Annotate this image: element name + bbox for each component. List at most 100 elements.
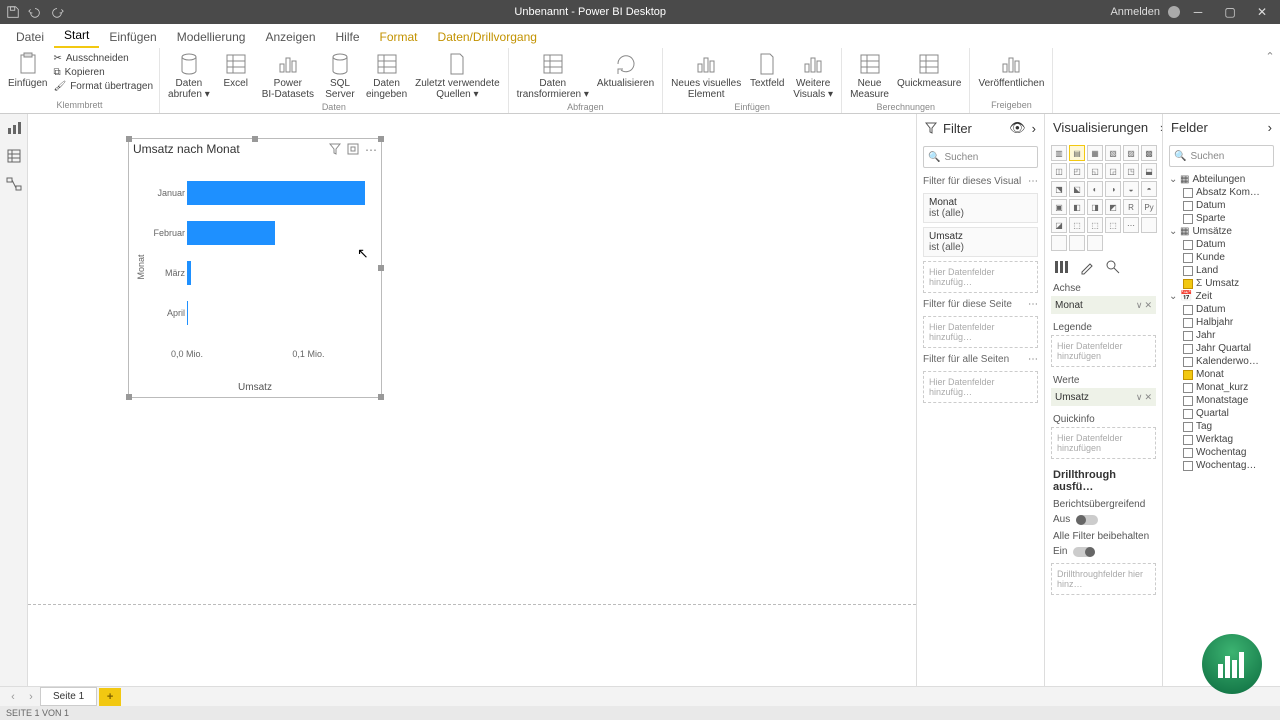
viz-type-icon[interactable]: ⬔ [1051,181,1067,197]
ribbon-button[interactable]: Aktualisieren [595,50,656,91]
well-axis[interactable]: Monat∨✕ [1051,296,1156,314]
more-icon[interactable]: ⋯ [1028,354,1038,365]
minimize-button[interactable]: ─ [1184,0,1212,24]
chart-visual[interactable]: Umsatz nach Monat ⋯ Monat JanuarFebruarM… [128,138,382,398]
data-view-icon[interactable] [6,148,22,164]
viz-type-icon[interactable]: ▦ [1087,145,1103,161]
field-row[interactable]: Land [1167,264,1276,277]
fields-tab-icon[interactable] [1053,259,1069,275]
viz-type-icon[interactable]: ⬚ [1069,217,1085,233]
field-row[interactable]: Monat_kurz [1167,381,1276,394]
field-row[interactable]: Halbjahr [1167,316,1276,329]
field-row[interactable]: ΣUmsatz [1167,277,1276,290]
viz-type-icon[interactable]: ◐ [1087,181,1103,197]
viz-type-icon[interactable]: ▤ [1069,145,1085,161]
ribbon-button[interactable]: Veröffentlichen [976,50,1046,91]
tab-insert[interactable]: Einfügen [99,26,166,48]
signin-link[interactable]: Anmelden [1110,6,1160,18]
field-row[interactable]: Kalenderwo… [1167,355,1276,368]
undo-icon[interactable] [28,5,42,19]
tab-help[interactable]: Hilfe [326,26,370,48]
painter-button[interactable]: 🖌Format übertragen [53,80,153,93]
add-page-button[interactable]: + [99,688,121,706]
table-row[interactable]: ⌄▦Umsätze [1167,225,1276,238]
ribbon-button[interactable]: SQL Server [320,50,360,102]
field-row[interactable]: Jahr Quartal [1167,342,1276,355]
ribbon-button[interactable]: Daten eingeben [364,50,409,102]
viz-type-icon[interactable]: ▩ [1141,145,1157,161]
viz-type-icon[interactable]: ◑ [1105,181,1121,197]
viz-type-icon[interactable]: ◰ [1069,163,1085,179]
filter-card-umsatz[interactable]: Umsatzist (alle) [923,227,1038,257]
drill-drop[interactable]: Drillthroughfelder hier hinz… [1051,563,1156,595]
expand-icon[interactable]: › [1268,120,1272,135]
close-button[interactable]: ✕ [1248,0,1276,24]
avatar[interactable] [1168,6,1180,18]
viz-type-icon[interactable] [1069,235,1085,251]
maximize-button[interactable]: ▢ [1216,0,1244,24]
viz-type-icon[interactable]: ▥ [1051,145,1067,161]
field-row[interactable]: Werktag [1167,433,1276,446]
save-icon[interactable] [6,5,20,19]
page-next[interactable]: › [22,691,40,703]
field-row[interactable]: Datum [1167,238,1276,251]
more-icon[interactable]: ⋯ [365,143,377,155]
report-view-icon[interactable] [6,120,22,136]
field-row[interactable]: Datum [1167,199,1276,212]
ribbon-button[interactable]: Neues visuelles Element [669,50,743,102]
format-tab-icon[interactable] [1079,259,1095,275]
tab-drill[interactable]: Daten/Drillvorgang [428,26,547,48]
viz-type-icon[interactable]: ⬕ [1069,181,1085,197]
viz-type-icon[interactable] [1087,235,1103,251]
ribbon-button[interactable]: Weitere Visuals ▾ [791,50,835,102]
redo-icon[interactable] [50,5,64,19]
viz-type-icon[interactable]: ⬓ [1141,163,1157,179]
viz-type-icon[interactable]: ▣ [1051,199,1067,215]
viz-type-icon[interactable]: ◒ [1123,181,1139,197]
bar[interactable] [187,181,365,205]
field-row[interactable]: Wochentag… [1167,459,1276,472]
fields-search[interactable]: 🔍Suchen [1169,145,1274,167]
tab-file[interactable]: Datei [6,26,54,48]
viz-type-icon[interactable]: ◲ [1105,163,1121,179]
collapse-ribbon-icon[interactable]: ⌃ [1260,48,1280,113]
well-values[interactable]: Umsatz∨✕ [1051,388,1156,406]
page-prev[interactable]: ‹ [4,691,22,703]
viz-type-icon[interactable]: ⋯ [1123,217,1139,233]
table-row[interactable]: ⌄▦Abteilungen [1167,173,1276,186]
field-row[interactable]: Sparte [1167,212,1276,225]
viz-type-icon[interactable]: ◨ [1087,199,1103,215]
well-tooltip[interactable]: Hier Datenfelder hinzufügen [1051,427,1156,459]
tab-format[interactable]: Format [370,26,428,48]
ribbon-button[interactable]: Neue Measure [848,50,891,102]
page-tab[interactable]: Seite 1 [40,687,97,706]
bar[interactable] [187,261,191,285]
viz-type-icon[interactable]: ◩ [1105,199,1121,215]
cut-button[interactable]: ✂Ausschneiden [53,52,153,65]
field-row[interactable]: Monat [1167,368,1276,381]
ribbon-button[interactable]: Power BI-Datasets [260,50,316,102]
field-row[interactable]: Kunde [1167,251,1276,264]
filter-drop-all[interactable]: Hier Datenfelder hinzufüg… [923,371,1038,403]
field-row[interactable]: Quartal [1167,407,1276,420]
tab-view[interactable]: Anzeigen [255,26,325,48]
ribbon-button[interactable]: Zuletzt verwendete Quellen ▾ [413,50,502,102]
viz-type-icon[interactable]: ◳ [1123,163,1139,179]
filter-card-monat[interactable]: Monatist (alle) [923,193,1038,223]
paste-button[interactable]: Einfügen [6,50,49,91]
viz-type-icon[interactable]: Py [1141,199,1157,215]
ribbon-button[interactable]: Excel [216,50,256,91]
ribbon-button[interactable]: Textfeld [747,50,787,91]
viz-type-icon[interactable]: ⬚ [1105,217,1121,233]
field-row[interactable]: Absatz Kom… [1167,186,1276,199]
well-legend[interactable]: Hier Datenfelder hinzufügen [1051,335,1156,367]
field-row[interactable]: Tag [1167,420,1276,433]
ribbon-button[interactable]: Daten abrufen ▾ [166,50,212,102]
viz-type-icon[interactable]: ▨ [1123,145,1139,161]
keep-toggle[interactable] [1073,547,1095,557]
filter-search[interactable]: 🔍Suchen [923,146,1038,168]
more-icon[interactable]: ⋯ [1028,176,1038,187]
field-row[interactable]: Jahr [1167,329,1276,342]
field-row[interactable]: Monatstage [1167,394,1276,407]
bar[interactable] [187,221,275,245]
